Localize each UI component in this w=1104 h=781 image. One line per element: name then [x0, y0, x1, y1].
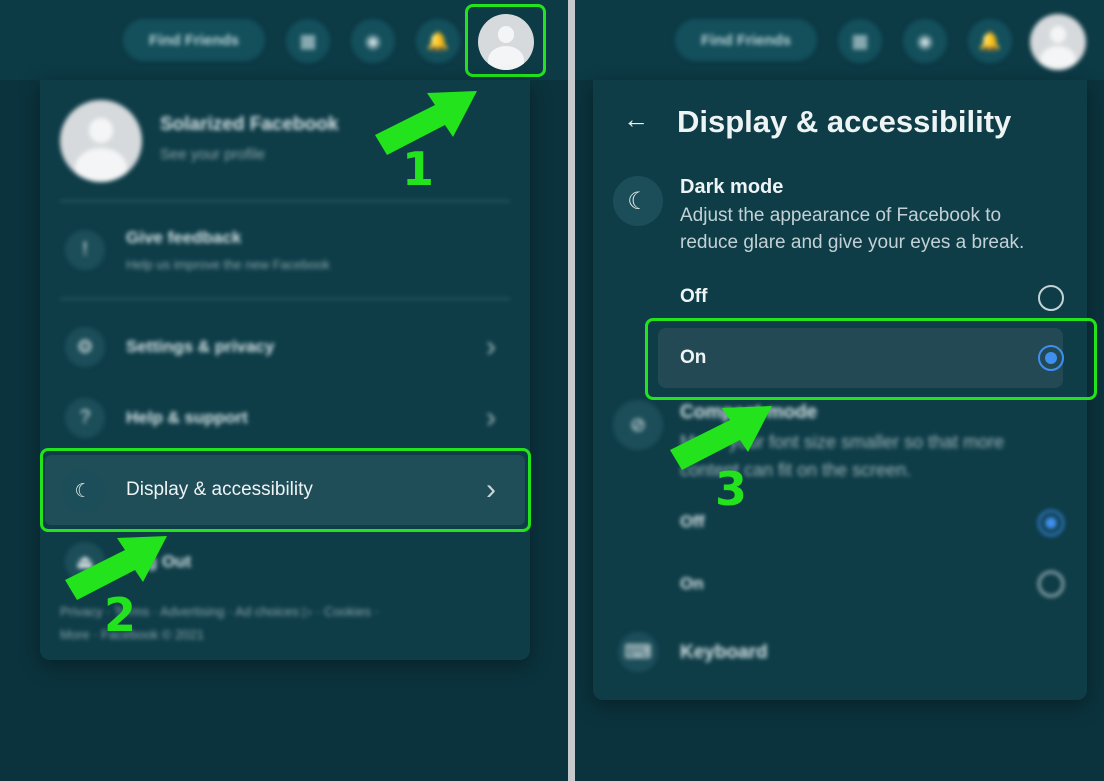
account-avatar-button[interactable] [1030, 14, 1086, 70]
highlight-step-1 [465, 4, 546, 77]
panel-divider [568, 0, 575, 781]
gear-icon: ⚙ [65, 327, 105, 367]
settings-privacy-label: Settings & privacy [126, 337, 275, 356]
feedback-label: Give feedback [126, 228, 242, 247]
bell-icon[interactable]: 🔔 [416, 19, 460, 63]
divider [60, 298, 510, 300]
chevron-right-icon: › [486, 401, 496, 434]
step-label-3: 3 [715, 462, 748, 516]
help-support-label: Help & support [126, 408, 248, 427]
step-label-2: 2 [104, 588, 137, 642]
grid-icon[interactable]: ▦ [838, 19, 882, 63]
find-friends-button[interactable]: Find Friends [675, 19, 817, 61]
help-icon: ? [65, 398, 105, 438]
keyboard-icon: ⌨ [618, 632, 658, 672]
tutorial-composite: Find Friends ▦ ◉ 🔔 Solarized Facebook Se… [0, 0, 1104, 781]
profile-sub: See your profile [160, 146, 266, 163]
messenger-icon[interactable]: ◉ [903, 19, 947, 63]
option-off-label: Off [680, 286, 708, 307]
chevron-right-icon: › [486, 330, 496, 363]
keyboard-label[interactable]: Keyboard [680, 642, 768, 664]
step-label-1: 1 [402, 142, 435, 196]
dark-mode-title: Dark mode [680, 176, 784, 198]
highlight-step-2 [40, 448, 531, 532]
find-friends-button[interactable]: Find Friends [123, 19, 265, 61]
radio-off[interactable] [1038, 285, 1064, 311]
page-title: Display & accessibility [677, 104, 1012, 139]
compact-on-label: On [680, 574, 704, 593]
find-friends-label: Find Friends [701, 31, 791, 49]
right-panel: Find Friends ▦ ◉ 🔔 ← Display & accessibi… [575, 0, 1104, 781]
moon-icon: ☾ [613, 176, 663, 226]
back-arrow-icon[interactable]: ← [623, 104, 649, 135]
left-panel: Find Friends ▦ ◉ 🔔 Solarized Facebook Se… [0, 0, 568, 781]
highlight-step-3 [645, 318, 1097, 400]
feedback-sub: Help us improve the new Facebook [126, 257, 330, 272]
dark-mode-desc-1: Adjust the appearance of Facebook to [680, 205, 1002, 226]
messenger-icon[interactable]: ◉ [351, 19, 395, 63]
feedback-icon: ! [65, 230, 105, 270]
compact-radio-off[interactable] [1038, 510, 1064, 536]
find-friends-label: Find Friends [149, 31, 239, 49]
profile-avatar [60, 100, 142, 182]
compact-radio-on[interactable] [1038, 571, 1064, 597]
compact-off-label: Off [680, 512, 705, 531]
compact-icon: ⊘ [613, 400, 663, 450]
grid-icon[interactable]: ▦ [286, 19, 330, 63]
dark-mode-desc-2: reduce glare and give your eyes a break. [680, 232, 1025, 253]
bell-icon[interactable]: 🔔 [968, 19, 1012, 63]
profile-name: Solarized Facebook [160, 114, 339, 135]
divider [60, 200, 510, 202]
